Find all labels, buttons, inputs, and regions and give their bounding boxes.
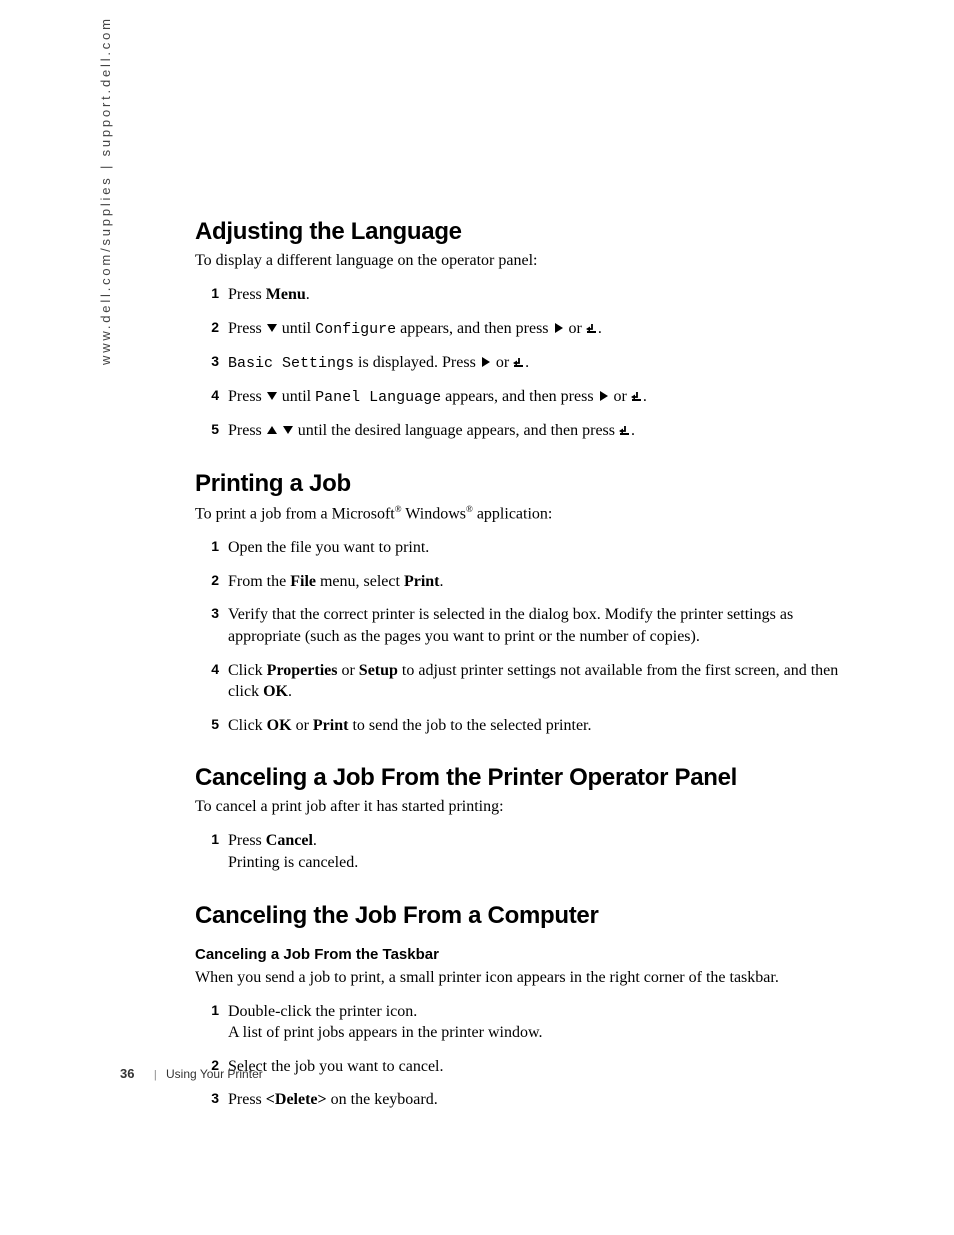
right-triangle-icon	[598, 390, 610, 402]
step-item: 4Press until Panel Language appears, and…	[195, 380, 860, 414]
step-number: 4	[195, 660, 219, 679]
step-number: 5	[195, 715, 219, 734]
step-item: 5Press until the desired language appear…	[195, 414, 860, 448]
section-intro: To display a different language on the o…	[195, 252, 860, 270]
enter-icon	[631, 390, 643, 402]
enter-icon	[619, 424, 631, 436]
step-number: 1	[195, 830, 219, 849]
enter-icon	[513, 356, 525, 368]
page-footer: 36 | Using Your Printer	[120, 1066, 263, 1081]
step-number: 3	[195, 1089, 219, 1108]
down-triangle-icon	[282, 424, 294, 436]
side-url-text: www.dell.com/supplies | support.dell.com	[98, 16, 113, 365]
section-intro: When you send a job to print, a small pr…	[195, 969, 860, 987]
step-item: 2Press until Configure appears, and then…	[195, 312, 860, 346]
step-number: 1	[195, 1001, 219, 1020]
step-list: 1Press Menu.2Press until Configure appea…	[195, 278, 860, 448]
step-number: 2	[195, 318, 219, 337]
page-number: 36	[120, 1066, 134, 1081]
step-list: 1Press Cancel.Printing is canceled.	[195, 824, 860, 879]
step-number: 4	[195, 386, 219, 405]
step-item: 2From the File menu, select Print.	[195, 565, 860, 599]
enter-icon	[586, 322, 598, 334]
step-item: 1Press Cancel.Printing is canceled.	[195, 824, 860, 879]
up-triangle-icon	[266, 424, 278, 436]
footer-separator: |	[154, 1069, 157, 1081]
section-intro: To cancel a print job after it has start…	[195, 798, 860, 816]
step-number: 2	[195, 571, 219, 590]
step-item: 3Press <Delete> on the keyboard.	[195, 1083, 860, 1117]
step-number: 1	[195, 537, 219, 556]
step-item: 2Select the job you want to cancel.	[195, 1050, 860, 1084]
section-heading: Printing a Job	[195, 470, 860, 498]
step-number: 1	[195, 284, 219, 303]
step-item: 1Open the file you want to print.	[195, 531, 860, 565]
right-triangle-icon	[553, 322, 565, 334]
right-triangle-icon	[480, 356, 492, 368]
section-heading: Canceling the Job From a Computer	[195, 902, 860, 930]
step-item: 3Basic Settings is displayed. Press or .	[195, 346, 860, 380]
step-item: 1Press Menu.	[195, 278, 860, 312]
section-intro: To print a job from a Microsoft® Windows…	[195, 504, 860, 523]
step-list: 1Double-click the printer icon.A list of…	[195, 995, 860, 1117]
page-content: Adjusting the Language To display a diffe…	[195, 218, 860, 1117]
step-item: 5Click OK or Print to send the job to th…	[195, 709, 860, 743]
section-heading: Canceling a Job From the Printer Operato…	[195, 764, 860, 792]
step-list: 1Open the file you want to print.2From t…	[195, 531, 860, 742]
step-number: 3	[195, 352, 219, 371]
step-item: 4Click Properties or Setup to adjust pri…	[195, 654, 860, 709]
section-subheading: Canceling a Job From the Taskbar	[195, 946, 860, 963]
section-heading: Adjusting the Language	[195, 218, 860, 246]
down-triangle-icon	[266, 322, 278, 334]
footer-section: Using Your Printer	[166, 1067, 263, 1081]
down-triangle-icon	[266, 390, 278, 402]
step-item: 3Verify that the correct printer is sele…	[195, 598, 860, 653]
step-item: 1Double-click the printer icon.A list of…	[195, 995, 860, 1050]
step-number: 3	[195, 604, 219, 623]
step-number: 5	[195, 420, 219, 439]
